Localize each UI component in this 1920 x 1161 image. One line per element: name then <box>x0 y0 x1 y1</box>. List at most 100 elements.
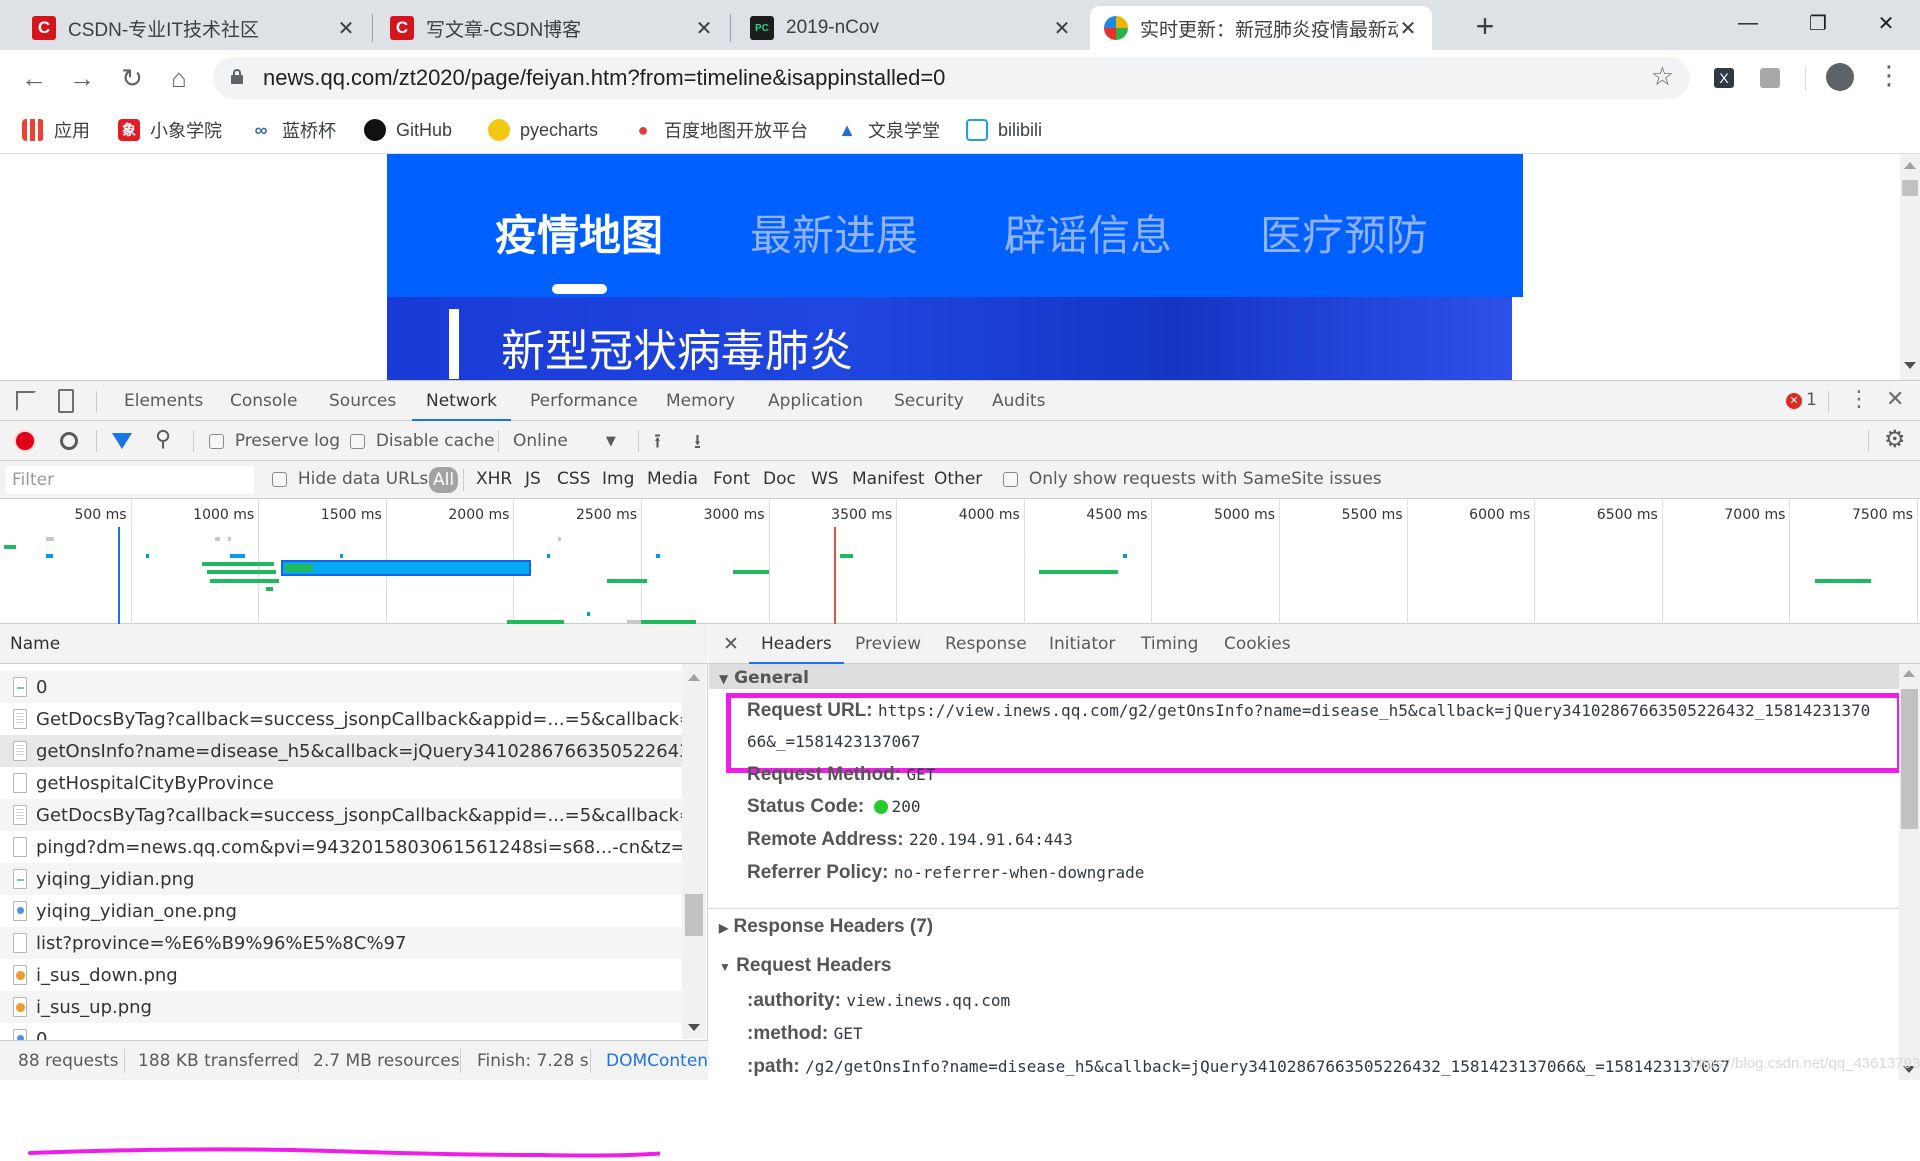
error-icon[interactable]: ✕ <box>1786 393 1802 409</box>
reload-button[interactable]: ↻ <box>116 62 148 94</box>
url-text[interactable]: news.qq.com/zt2020/page/feiyan.htm?from=… <box>263 65 945 91</box>
header-value[interactable]: /g2/getOnsInfo?name=disease_h5&callback=… <box>805 1057 1730 1076</box>
request-row[interactable]: yiqing_yidian.png <box>0 863 682 895</box>
forward-button[interactable]: → <box>66 62 98 94</box>
minimize-button[interactable]: — <box>1728 8 1768 38</box>
devtools-tab-sources[interactable]: Sources <box>327 381 398 421</box>
request-headers-section[interactable]: ▼ Request Headers <box>719 955 891 977</box>
filter-type-font[interactable]: Font <box>713 469 750 489</box>
details-tab-timing[interactable]: Timing <box>1141 624 1198 664</box>
close-tab-icon[interactable]: ✕ <box>694 16 714 41</box>
devtools-tab-security[interactable]: Security <box>892 381 966 421</box>
back-button[interactable]: ← <box>18 62 50 94</box>
filter-funnel-icon[interactable] <box>112 433 132 449</box>
inspect-element-icon[interactable] <box>16 391 36 411</box>
scroll-down-icon[interactable] <box>1904 362 1916 369</box>
restore-button[interactable]: ❐ <box>1798 8 1838 38</box>
details-tab-headers[interactable]: Headers <box>749 624 844 664</box>
close-tab-icon[interactable]: ✕ <box>1052 16 1072 41</box>
filter-type-js[interactable]: JS <box>525 469 541 489</box>
details-tab-response[interactable]: Response <box>945 624 1027 664</box>
devtools-tab-console[interactable]: Console <box>228 381 300 421</box>
settings-gear-icon[interactable]: ⚙ <box>1884 425 1906 453</box>
name-column-header[interactable]: Name <box>0 624 708 664</box>
bookmark-xiaoxiang[interactable]: 象 小象学院 <box>118 116 222 144</box>
bookmark-github[interactable]: GitHub <box>364 116 452 144</box>
throttling-select[interactable]: Online ▼ <box>513 431 616 451</box>
header-value[interactable]: 200 <box>892 797 921 816</box>
network-overview-timeline[interactable]: 500 ms 1000 ms 1500 ms 2000 ms 2500 ms 3000 m… <box>0 499 1920 633</box>
request-row[interactable]: yiqing_yidian_one.png <box>0 895 682 927</box>
devtools-menu-icon[interactable]: ⋮ <box>1848 387 1870 412</box>
devtools-tab-performance[interactable]: Performance <box>528 381 640 421</box>
bookmark-baidu-map[interactable]: ● 百度地图开放平台 <box>632 116 808 144</box>
checkbox[interactable] <box>350 433 365 449</box>
request-row[interactable]: pingd?dm=news.qq.com&pvi=943201580306156… <box>0 831 682 863</box>
filter-type-xhr[interactable]: XHR <box>476 469 512 489</box>
filter-type-manifest[interactable]: Manifest <box>852 469 925 489</box>
scroll-down-icon[interactable] <box>688 1024 700 1031</box>
samesite-issues-checkbox[interactable]: Only show requests with SameSite issues <box>1003 469 1382 489</box>
hide-data-urls-checkbox[interactable]: Hide data URLs <box>272 469 428 489</box>
request-list-scrollbar[interactable] <box>682 664 706 1039</box>
close-tab-icon[interactable]: ✕ <box>1398 16 1418 41</box>
filter-type-img[interactable]: Img <box>602 469 634 489</box>
details-tab-preview[interactable]: Preview <box>855 624 921 664</box>
page-nav-item-rumors[interactable]: 辟谣信息 <box>1004 202 1172 263</box>
filter-type-other[interactable]: Other <box>934 469 982 489</box>
clear-icon[interactable] <box>60 432 78 450</box>
disable-cache-checkbox[interactable]: Disable cache <box>350 431 495 451</box>
record-icon[interactable] <box>16 432 34 450</box>
export-har-icon[interactable]: ⭳ <box>694 427 701 461</box>
browser-tab-ncov[interactable]: PC 2019-nCov ✕ <box>736 6 1086 50</box>
scrollbar-thumb[interactable] <box>1902 180 1918 196</box>
preserve-log-checkbox[interactable]: Preserve log <box>209 431 340 451</box>
home-button[interactable]: ⌂ <box>163 62 195 94</box>
request-row[interactable]: GetDocsByTag?callback=success_jsonpCallb… <box>0 703 682 735</box>
error-count[interactable]: 1 <box>1806 390 1817 410</box>
devtools-tab-network[interactable]: Network <box>412 381 511 421</box>
request-row-selected[interactable]: getOnsInfo?name=disease_h5&callback=jQue… <box>0 735 682 767</box>
response-headers-section[interactable]: ▶ Response Headers (7) <box>719 916 933 938</box>
page-nav-item-progress[interactable]: 最新进展 <box>750 202 918 263</box>
timeline-selected-request-bar[interactable] <box>281 560 532 576</box>
general-section-header[interactable]: ▼ General <box>709 664 1899 689</box>
filter-type-css[interactable]: CSS <box>557 469 590 489</box>
header-value[interactable]: 220.194.91.64:443 <box>909 830 1073 849</box>
request-row[interactable]: 0 <box>0 671 682 703</box>
details-scrollbar[interactable] <box>1899 664 1920 1080</box>
request-row[interactable]: list?province=%E6%B9%96%E5%8C%97 <box>0 927 682 959</box>
filter-type-ws[interactable]: WS <box>811 469 839 489</box>
close-devtools-icon[interactable]: ✕ <box>1886 387 1904 412</box>
devtools-tab-memory[interactable]: Memory <box>664 381 737 421</box>
devtools-tab-application[interactable]: Application <box>766 381 865 421</box>
bookmark-bilibili[interactable]: bilibili <box>966 116 1042 144</box>
scrollbar-thumb[interactable] <box>685 894 703 936</box>
filter-input[interactable] <box>6 466 254 494</box>
checkbox[interactable] <box>272 471 287 487</box>
details-tab-cookies[interactable]: Cookies <box>1224 624 1291 664</box>
request-row[interactable]: i_sus_down.png <box>0 959 682 991</box>
address-bar[interactable]: news.qq.com/zt2020/page/feiyan.htm?from=… <box>213 57 1690 99</box>
profile-avatar-icon[interactable] <box>1826 63 1854 91</box>
scrollbar-thumb[interactable] <box>1901 689 1918 829</box>
request-row[interactable]: i_sus_up.png <box>0 991 682 1023</box>
devtools-tab-elements[interactable]: Elements <box>122 381 205 421</box>
scroll-up-icon[interactable] <box>1904 162 1916 169</box>
browser-tab-csdn[interactable]: C CSDN-专业IT技术社区 ✕ <box>18 6 370 50</box>
filter-type-doc[interactable]: Doc <box>763 469 796 489</box>
filter-type-all[interactable]: All <box>429 467 459 493</box>
browser-tab-active[interactable]: 实时更新：新冠肺炎疫情最新动态 ✕ <box>1090 6 1432 50</box>
search-icon[interactable]: ⚲ <box>155 427 171 452</box>
page-nav-item-prevention[interactable]: 医疗预防 <box>1260 202 1428 263</box>
devtools-tab-audits[interactable]: Audits <box>990 381 1047 421</box>
header-value[interactable]: GET <box>834 1024 863 1043</box>
bookmark-wenquan[interactable]: ▲ 文泉学堂 <box>836 116 940 144</box>
request-row[interactable]: getHospitalCityByProvince <box>0 767 682 799</box>
header-value[interactable]: no-referrer-when-downgrade <box>894 863 1144 882</box>
details-tab-initiator[interactable]: Initiator <box>1049 624 1115 664</box>
bookmark-star-icon[interactable]: ☆ <box>1651 61 1674 92</box>
request-row[interactable]: GetDocsByTag?callback=success_jsonpCallb… <box>0 799 682 831</box>
new-tab-button[interactable]: + <box>1468 8 1502 45</box>
extension-grey-icon[interactable] <box>1760 68 1780 88</box>
